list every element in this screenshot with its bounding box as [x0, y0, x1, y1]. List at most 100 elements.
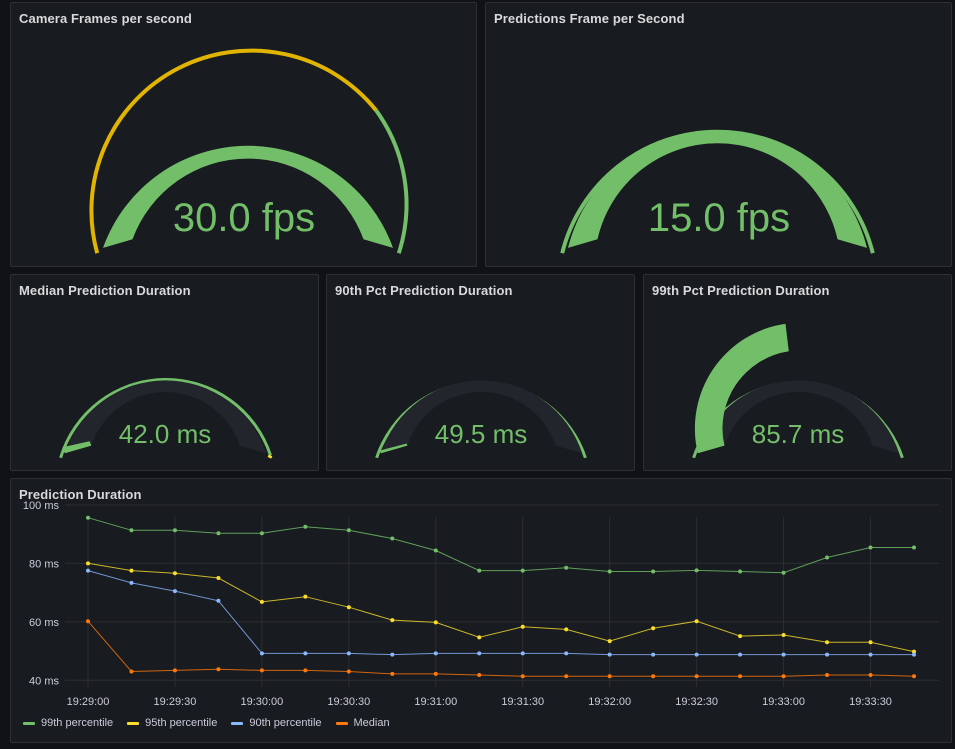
- data-point: [912, 545, 916, 550]
- gauge-value: 15.0 fps: [648, 196, 790, 240]
- legend-swatch: [127, 721, 140, 725]
- data-point: [912, 674, 916, 679]
- x-tick-label: 19:31:30: [501, 696, 544, 708]
- series-line: [87, 517, 914, 574]
- data-point: [390, 671, 395, 676]
- gauge-value: 42.0 ms: [119, 419, 212, 449]
- data-point: [651, 652, 656, 657]
- data-point: [738, 652, 743, 657]
- data-point: [520, 674, 525, 679]
- data-point: [781, 632, 786, 637]
- y-tick-label: 40 ms: [29, 675, 59, 687]
- data-point: [86, 561, 90, 566]
- series-line: [87, 562, 915, 653]
- x-tick-label: 19:29:30: [154, 696, 197, 708]
- data-point: [520, 568, 525, 573]
- data-point: [477, 651, 482, 656]
- data-point: [129, 568, 134, 573]
- data-point: [216, 667, 221, 672]
- panel-p99-duration[interactable]: 99th Pct Prediction Duration 85.7 ms: [643, 274, 952, 471]
- data-point: [607, 639, 612, 644]
- data-point: [433, 620, 438, 625]
- legend-label: Median: [353, 717, 390, 729]
- data-point: [390, 652, 395, 657]
- data-point: [781, 652, 786, 657]
- series-line: [87, 570, 914, 656]
- data-point: [346, 528, 351, 533]
- data-point: [868, 545, 873, 550]
- threshold-arc-yellow: [267, 454, 273, 459]
- data-point: [86, 619, 90, 624]
- data-point: [433, 548, 438, 553]
- data-point: [303, 651, 308, 656]
- data-point: [259, 668, 264, 673]
- legend-item[interactable]: 90th percentile: [231, 717, 322, 729]
- data-point: [520, 651, 525, 656]
- panel-prediction-duration[interactable]: Prediction Duration 40 ms 60 ms 80 ms 100 m…: [10, 478, 952, 743]
- data-point: [738, 569, 743, 574]
- x-tick-label: 19:32:00: [588, 696, 631, 708]
- legend-item[interactable]: Median: [335, 717, 390, 729]
- gauge-camera-fps: 30.0 fps: [89, 48, 409, 254]
- data-point: [912, 652, 916, 657]
- chart-legend: 99th percentile 95th percentile 90th perce…: [23, 717, 390, 729]
- data-point: [825, 652, 830, 657]
- x-tick-label: 19:29:00: [67, 696, 110, 708]
- legend-item[interactable]: 95th percentile: [127, 717, 217, 729]
- data-point: [564, 651, 569, 656]
- x-tick-label: 19:33:00: [762, 696, 805, 708]
- data-point: [129, 669, 134, 674]
- data-point: [172, 571, 177, 576]
- data-point: [86, 515, 90, 520]
- data-point: [868, 640, 873, 645]
- data-point: [303, 594, 308, 599]
- data-point: [694, 619, 699, 624]
- data-point: [564, 565, 569, 570]
- y-tick-label: 100 ms: [23, 500, 60, 512]
- data-point: [259, 599, 264, 604]
- data-point: [346, 605, 351, 610]
- legend-swatch: [23, 721, 35, 725]
- legend-swatch: [231, 721, 244, 725]
- data-point: [781, 674, 786, 679]
- gauge-p90-duration: 49.5 ms: [375, 380, 587, 459]
- x-tick-label: 19:31:00: [414, 696, 457, 708]
- data-point: [607, 674, 612, 679]
- panel-camera-fps[interactable]: Camera Frames per second 30.0 fps: [10, 2, 477, 267]
- data-point: [477, 568, 482, 573]
- x-tick-label: 19:32:30: [675, 696, 718, 708]
- data-point: [520, 624, 525, 629]
- panel-median-duration[interactable]: Median Prediction Duration 42.0 ms: [10, 274, 319, 471]
- data-point: [433, 651, 438, 656]
- data-point: [694, 652, 699, 657]
- legend-swatch: [335, 721, 348, 725]
- y-tick-label: 60 ms: [29, 617, 59, 629]
- data-point: [607, 569, 612, 574]
- data-point: [651, 569, 656, 574]
- data-point: [172, 528, 177, 533]
- panel-prediction-fps[interactable]: Predictions Frame per Second 15.0 fps: [485, 2, 952, 267]
- data-point: [346, 669, 351, 674]
- timeseries-chart: 40 ms 60 ms 80 ms 100 ms 19:29:00 19:29:30 19:…: [23, 500, 939, 708]
- data-point: [651, 626, 656, 631]
- legend-item[interactable]: 99th percentile: [23, 717, 113, 729]
- data-point: [825, 673, 830, 678]
- data-point: [129, 528, 134, 533]
- data-point: [346, 651, 351, 656]
- gauge-prediction-fps: 15.0 fps: [560, 129, 875, 254]
- data-point: [86, 568, 90, 573]
- panel-p90-duration[interactable]: 90th Pct Prediction Duration 49.5 ms: [326, 274, 635, 471]
- data-point: [781, 570, 786, 575]
- gauge-p99-duration: 85.7 ms: [692, 323, 904, 459]
- data-point: [216, 531, 221, 536]
- data-point: [868, 673, 873, 678]
- series-line: [87, 620, 915, 677]
- data-point: [172, 668, 177, 673]
- data-point: [651, 674, 656, 679]
- legend-label: 99th percentile: [41, 717, 114, 729]
- gauge-value: 30.0 fps: [173, 196, 315, 240]
- data-point: [738, 674, 743, 679]
- data-point: [216, 575, 221, 580]
- gauge-median-duration: 42.0 ms: [59, 378, 273, 459]
- legend-label: 95th percentile: [145, 717, 218, 729]
